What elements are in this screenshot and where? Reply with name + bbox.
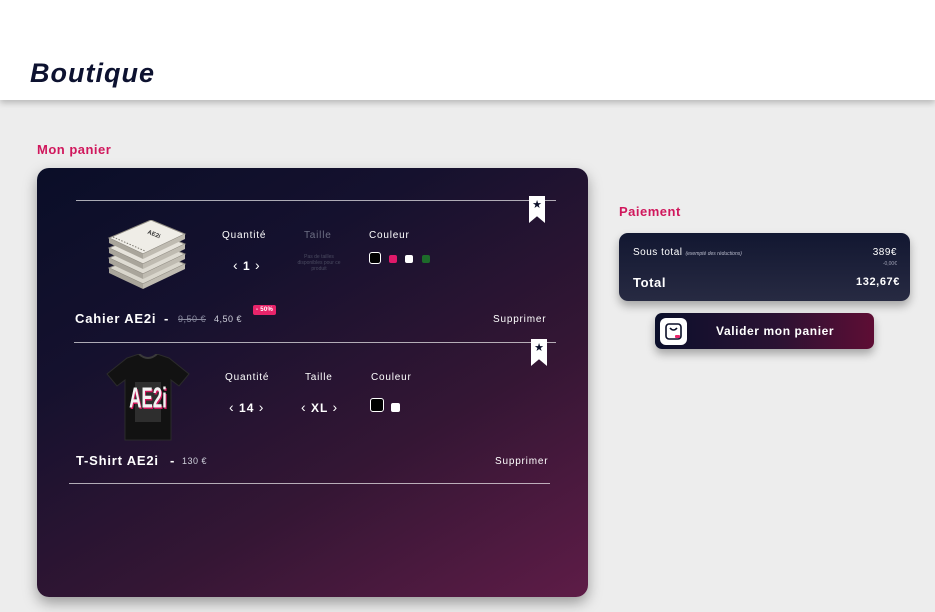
shopping-bag-icon (660, 318, 687, 345)
subtotal-value: 389€ (872, 247, 897, 258)
product-name: T-Shirt AE2i (76, 453, 159, 468)
validate-cart-label: Valider mon panier (716, 324, 835, 338)
size-value: XL (311, 401, 329, 415)
quantity-label: Quantité (225, 372, 270, 383)
color-label: Couleur (371, 372, 412, 383)
remove-item-button[interactable]: Supprimer (493, 314, 546, 325)
quantity-value: 1 (243, 259, 251, 273)
current-price: 130 € (182, 456, 208, 466)
quantity-stepper[interactable]: ‹ 14 › (229, 399, 264, 415)
item-divider (76, 200, 556, 201)
discount-badge: - 50% (253, 305, 277, 315)
validate-cart-button[interactable]: Valider mon panier (655, 313, 874, 349)
color-swatch-green[interactable] (422, 255, 430, 263)
next-size-button[interactable]: › (332, 399, 338, 415)
increase-quantity-button[interactable]: › (255, 257, 261, 273)
size-label: Taille (304, 230, 332, 241)
current-price: 4,50 € (214, 314, 243, 324)
brand-title: Boutique (30, 58, 155, 88)
discount-value: -0,00€ (882, 261, 897, 267)
product-image-tshirt: AE2i (105, 353, 191, 442)
color-swatch-white[interactable] (405, 255, 413, 263)
total-value: 132,67€ (856, 276, 900, 288)
name-price-separator: - (164, 311, 170, 326)
subtotal-note: (exempté des réductions) (685, 251, 742, 257)
color-swatch-black[interactable] (369, 252, 381, 264)
payment-summary: Sous total (exempté des réductions) 389€ … (619, 233, 910, 301)
item-divider (74, 342, 556, 343)
color-swatch-black[interactable] (370, 398, 384, 412)
color-label: Couleur (369, 230, 410, 241)
cart-panel: ★ AE2i Quantité ‹ 1 › Taille Pas de tail… (37, 168, 588, 597)
star-bookmark-icon[interactable]: ★ (531, 339, 547, 366)
product-name: Cahier AE2i (75, 311, 157, 326)
size-unavailable-note: Pas de tailles disponibles pour ce produ… (297, 254, 341, 272)
decrease-quantity-button[interactable]: ‹ (229, 399, 235, 415)
quantity-label: Quantité (222, 230, 267, 241)
old-price: 9,50 € (178, 314, 207, 324)
subtotal-label-text: Sous total (633, 247, 683, 258)
color-swatch-pink[interactable] (389, 255, 397, 263)
name-price-separator: - (170, 453, 176, 468)
payment-title: Paiement (619, 204, 681, 219)
color-swatch-white[interactable] (391, 403, 400, 412)
top-bar: Boutique (0, 0, 935, 100)
quantity-stepper[interactable]: ‹ 1 › (233, 257, 261, 273)
item-divider (69, 483, 550, 484)
cart-title: Mon panier (37, 142, 112, 157)
product-image-notebook: AE2i (105, 219, 189, 292)
increase-quantity-button[interactable]: › (259, 399, 265, 415)
decrease-quantity-button[interactable]: ‹ (233, 257, 239, 273)
quantity-value: 14 (239, 401, 255, 415)
previous-size-button[interactable]: ‹ (301, 399, 307, 415)
tshirt-logo-text: AE2i (129, 382, 167, 415)
remove-item-button[interactable]: Supprimer (495, 456, 548, 467)
total-label: Total (633, 275, 667, 290)
size-label: Taille (305, 372, 333, 383)
subtotal-label: Sous total (exempté des réductions) (633, 247, 742, 258)
star-bookmark-icon[interactable]: ★ (529, 196, 545, 223)
size-selector[interactable]: ‹ XL › (301, 399, 338, 415)
